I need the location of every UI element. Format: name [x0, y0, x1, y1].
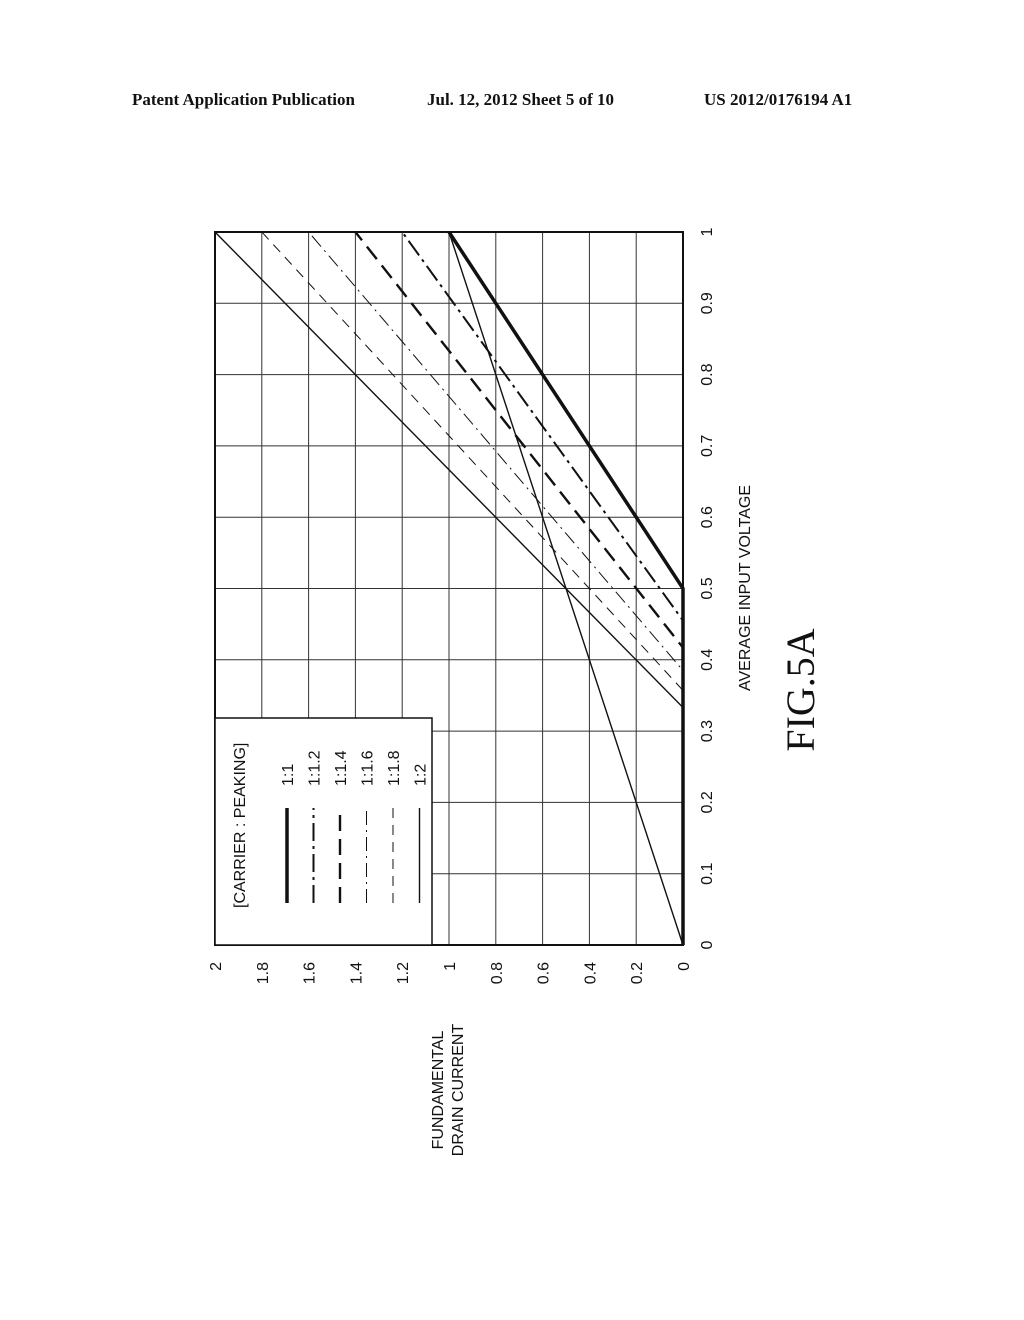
- y-axis-label-line2: DRAIN CURRENT: [450, 1024, 467, 1157]
- current-tick-label: 1.6: [302, 962, 319, 984]
- voltage-tick-label: 0.2: [699, 791, 716, 813]
- current-tick-label: 0.4: [582, 962, 599, 984]
- legend-title: [CARRIER : PEAKING]: [232, 743, 249, 908]
- legend-label-1-1-4: 1:1.4: [333, 750, 350, 786]
- voltage-tick-label: 0.8: [699, 363, 716, 385]
- voltage-tick-label: 0.5: [699, 577, 716, 599]
- voltage-tick-label: 0.4: [699, 649, 716, 671]
- current-tick-label: 1.8: [255, 962, 272, 984]
- voltage-tick-label: 0.7: [699, 435, 716, 457]
- voltage-tick-label: 0.6: [699, 506, 716, 528]
- chart: [CARRIER : PEAKING] 1:1 1:1.2 1:1.4 1:1.6 1:1…: [208, 227, 823, 1157]
- voltage-tick-label: 0.1: [699, 862, 716, 884]
- legend-label-1-1: 1:1: [280, 764, 297, 786]
- legend-label-1-1-8: 1:1.8: [386, 750, 403, 786]
- legend-label-1-1-6: 1:1.6: [360, 750, 377, 786]
- voltage-tick-label: 0.3: [699, 720, 716, 742]
- current-tick-label: 1.4: [348, 962, 365, 984]
- voltage-tick-label: 0: [699, 940, 716, 949]
- x-axis-label: AVERAGE INPUT VOLTAGE: [737, 485, 754, 691]
- current-tick-label: 2: [208, 962, 225, 971]
- y-axis-label-line1: FUNDAMENTAL: [430, 1030, 447, 1149]
- legend-label-1-2: 1:2: [413, 764, 430, 786]
- voltage-tick-label: 0.9: [699, 292, 716, 314]
- current-tick-label: 0.6: [536, 962, 553, 984]
- legend: [CARRIER : PEAKING] 1:1 1:1.2 1:1.4 1:1.6 1:1…: [214, 717, 433, 946]
- figure-label: FIG.5A: [778, 628, 823, 751]
- current-tick-label: 1.2: [395, 962, 412, 984]
- current-tick-label: 1: [442, 962, 459, 971]
- current-tick-label: 0.8: [489, 962, 506, 984]
- legend-label-1-1-2: 1:1.2: [307, 750, 324, 786]
- voltage-tick-label: 1: [699, 227, 716, 236]
- current-tick-label: 0.2: [629, 962, 646, 984]
- current-tick-label: 0: [676, 962, 693, 971]
